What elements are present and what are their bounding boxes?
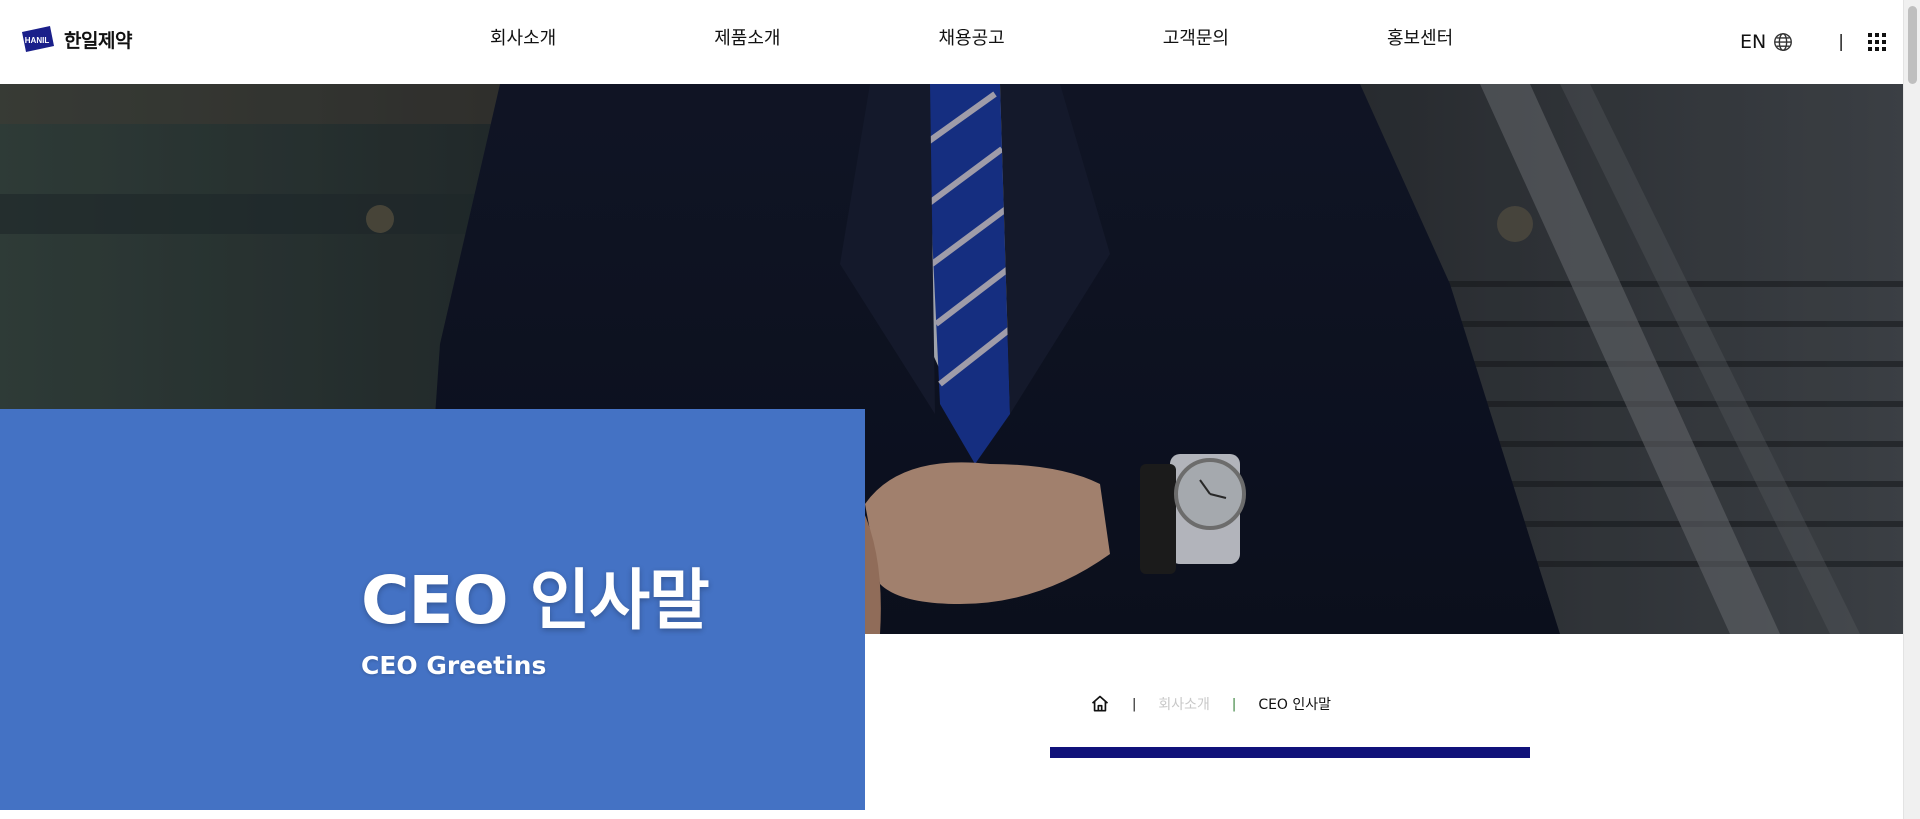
- logo-text: 한일제약: [64, 29, 132, 52]
- breadcrumb: | 회사소개 | CEO 인사말: [1090, 694, 1331, 714]
- language-switch[interactable]: EN: [1740, 31, 1794, 53]
- page-scrollbar[interactable]: [1903, 0, 1920, 819]
- header-utilities: EN |: [1740, 30, 1886, 54]
- nav-item-pr-center[interactable]: 홍보센터: [1387, 24, 1453, 50]
- main-nav: 회사소개 제품소개 채용공고 고객문의 홍보센터: [490, 24, 1453, 50]
- title-panel: CEO 인사말 CEO Greetins: [0, 409, 865, 810]
- breadcrumb-separator: |: [1132, 696, 1137, 712]
- site-logo[interactable]: HANIL 한일제약: [20, 24, 132, 54]
- page-subtitle: CEO Greetins: [361, 651, 547, 680]
- language-label: EN: [1740, 31, 1767, 53]
- nav-item-products[interactable]: 제품소개: [714, 24, 780, 50]
- site-header: HANIL 한일제약 회사소개 제품소개 채용공고 고객문의 홍보센터 EN |: [0, 0, 1920, 84]
- nav-item-support[interactable]: 고객문의: [1163, 24, 1229, 50]
- header-separator: |: [1838, 32, 1844, 52]
- nav-item-company[interactable]: 회사소개: [490, 24, 556, 50]
- breadcrumb-separator: |: [1231, 696, 1237, 712]
- logo-mark-text: HANIL: [25, 36, 50, 45]
- page-title: CEO 인사말: [361, 562, 710, 639]
- breadcrumb-current: CEO 인사말: [1258, 697, 1332, 713]
- scrollbar-thumb[interactable]: [1908, 6, 1917, 84]
- globe-icon: [1774, 33, 1793, 51]
- breadcrumb-parent-link[interactable]: 회사소개: [1158, 694, 1210, 714]
- home-icon[interactable]: [1090, 694, 1110, 714]
- nav-item-careers[interactable]: 채용공고: [939, 24, 1005, 50]
- section-accent-bar: [1050, 747, 1530, 758]
- logo-mark-icon: HANIL: [20, 24, 56, 54]
- grid-menu-icon[interactable]: [1868, 33, 1886, 51]
